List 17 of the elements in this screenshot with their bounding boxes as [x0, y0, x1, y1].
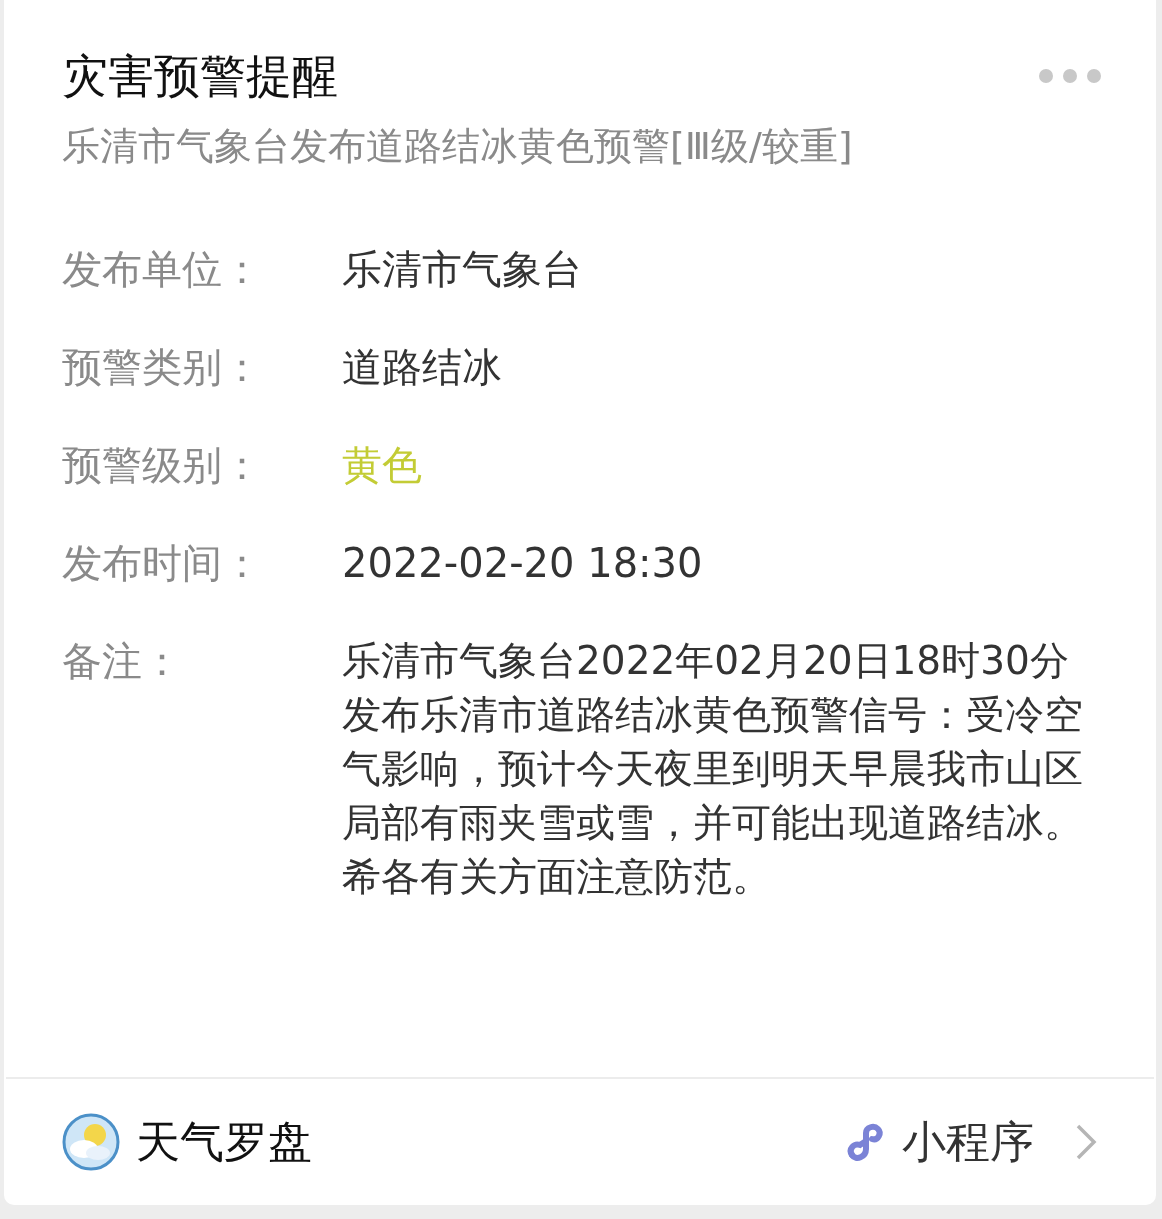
more-icon[interactable] — [1038, 68, 1102, 84]
field-label: 备注： — [62, 637, 183, 686]
card-title: 灾害预警提醒 — [62, 48, 338, 105]
field-label: 预警级别： — [62, 441, 263, 490]
field-label: 预警类别： — [62, 343, 263, 392]
card-subtitle: 乐清市气象台发布道路结冰黄色预警[Ⅲ级/较重] — [62, 123, 854, 170]
field-value: 黄色 — [342, 441, 422, 490]
note-text: 乐清市气象台2022年02月20日18时30分发布乐清市道路结冰黄色预警信号：受冷空气影响，预计今天夜里到明天早晨我市山区局部有雨夹雪或雪，并可能出现道路结冰。希各有关方面注意防范。 — [342, 637, 1084, 901]
app-name: 天气罗盘 — [136, 1115, 312, 1169]
weather-logo-icon — [62, 1113, 120, 1171]
field-value: 2022-02-20 18:30 — [342, 539, 703, 588]
field-value: 乐清市气象台 — [342, 245, 582, 294]
chevron-right-icon[interactable] — [1074, 1122, 1098, 1162]
mini-program-label: 小程序 — [902, 1115, 1034, 1169]
field-value: 道路结冰 — [342, 343, 502, 392]
field-label: 发布单位： — [62, 245, 263, 294]
field-label: 发布时间： — [62, 539, 263, 588]
